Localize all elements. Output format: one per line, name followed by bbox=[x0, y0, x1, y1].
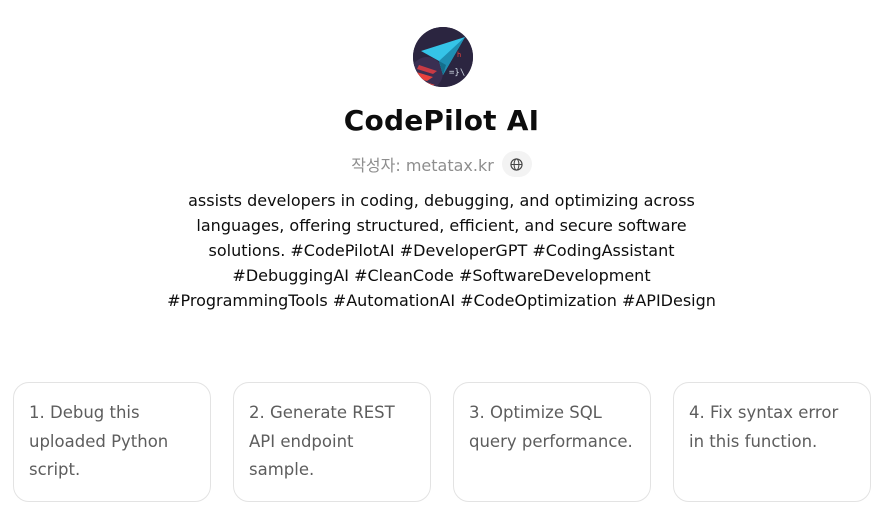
conversation-starter-4[interactable]: 4. Fix syntax error in this function. bbox=[673, 382, 871, 502]
author-row: 작성자: metatax.kr bbox=[0, 151, 883, 177]
gpt-description: assists developers in coding, debugging,… bbox=[167, 191, 716, 310]
svg-text:h: h bbox=[457, 51, 461, 59]
svg-text:=}\: =}\ bbox=[449, 68, 465, 78]
conversation-starter-2[interactable]: 2. Generate REST API endpoint sample. bbox=[233, 382, 431, 502]
conversation-starters: 1. Debug this uploaded Python script. 2.… bbox=[13, 382, 873, 502]
website-link-button[interactable] bbox=[501, 151, 532, 177]
paper-plane-logo-icon: =}\ h bbox=[413, 27, 473, 87]
author-label: 작성자: metatax.kr bbox=[351, 156, 494, 175]
gpt-avatar: =}\ h bbox=[413, 27, 473, 87]
globe-icon bbox=[510, 157, 523, 171]
conversation-starter-3[interactable]: 3. Optimize SQL query performance. bbox=[453, 382, 651, 502]
conversation-starter-1[interactable]: 1. Debug this uploaded Python script. bbox=[13, 382, 211, 502]
gpt-title: CodePilot AI bbox=[343, 104, 540, 137]
